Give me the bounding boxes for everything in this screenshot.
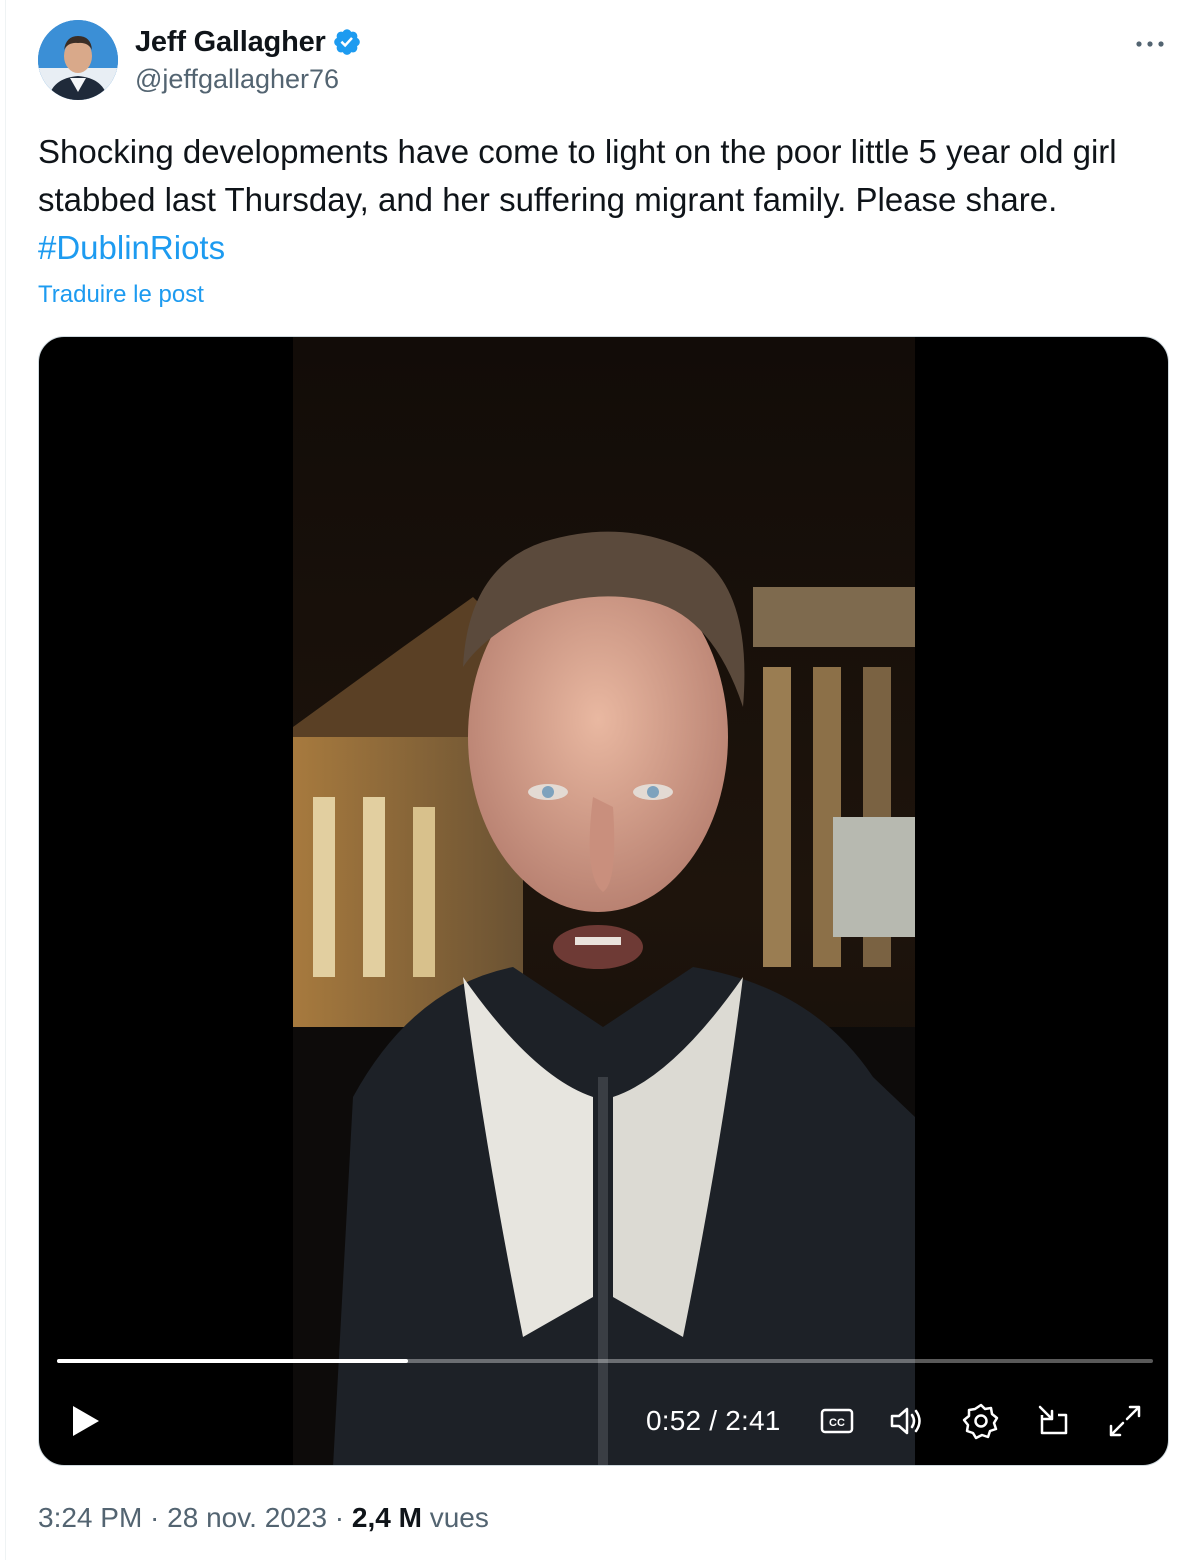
video-player[interactable]: 0:52 / 2:41 CC [38,336,1169,1466]
translate-post-link[interactable]: Traduire le post [38,281,204,309]
avatar-photo [38,20,118,100]
verified-badge-icon[interactable] [332,27,362,57]
post-date[interactable]: 28 nov. 2023 [167,1502,327,1533]
picture-in-picture-icon[interactable] [1034,1401,1074,1441]
fullscreen-icon[interactable] [1105,1401,1145,1441]
handle[interactable]: @jeffgallagher76 [135,64,362,95]
volume-icon[interactable] [887,1401,927,1441]
video-frame [293,337,915,1465]
tweet-text: Shocking developments have come to light… [38,128,1158,272]
post-time[interactable]: 3:24 PM [38,1502,142,1533]
time-readout: 0:52 / 2:41 [646,1405,781,1437]
captions-icon[interactable]: CC [817,1401,857,1441]
hashtag-link[interactable]: #DublinRiots [38,229,225,266]
views-count: 2,4 M [351,1502,422,1533]
settings-icon[interactable] [961,1401,1001,1441]
more-options-icon[interactable] [1132,32,1168,56]
tweet-header: Jeff Gallagher @jeffgallagher76 [38,20,1168,100]
views-label: vues [421,1502,489,1533]
svg-text:CC: CC [829,1417,845,1429]
tweet-meta: 3:24 PM · 28 nov. 2023 · 2,4 M vues [38,1502,489,1534]
avatar[interactable] [38,20,118,100]
meta-separator: · [327,1502,352,1533]
timeline-border [0,0,6,1560]
meta-separator: · [142,1502,168,1533]
display-name[interactable]: Jeff Gallagher [135,26,326,59]
video-controls: 0:52 / 2:41 CC [39,1387,1168,1457]
current-time: 0:52 [646,1405,702,1436]
duration: 2:41 [725,1405,781,1436]
progress-fill [57,1359,408,1363]
tweet-body: Shocking developments have come to light… [38,133,1117,218]
time-separator: / [701,1405,726,1436]
progress-bar[interactable] [57,1359,1153,1363]
play-icon[interactable] [65,1401,105,1441]
